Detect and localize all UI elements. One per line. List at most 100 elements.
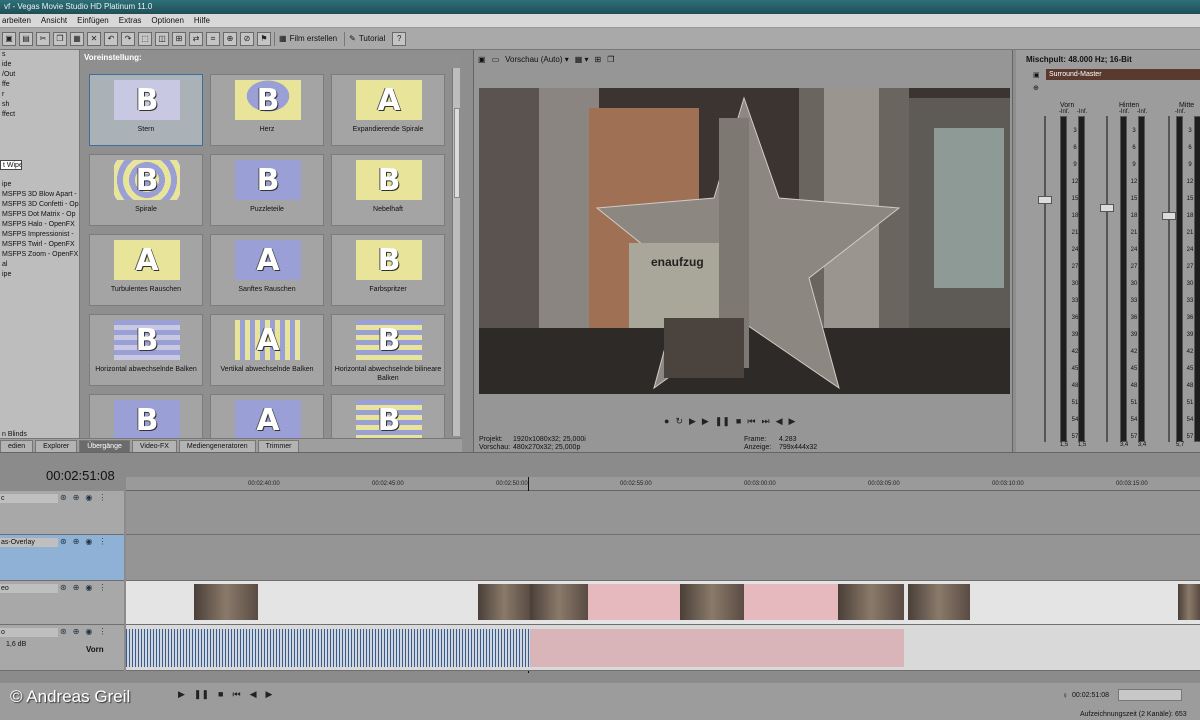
tree-item[interactable]: MSFPS 3D Confetti - Op	[0, 200, 79, 210]
link-icon[interactable]: ⊕	[1033, 84, 1039, 92]
tree-item[interactable]: r	[0, 90, 79, 100]
tree-item[interactable]	[0, 170, 79, 180]
go-to-end-icon[interactable]: ⏭	[761, 416, 769, 427]
tree-item[interactable]	[0, 330, 79, 340]
tree-item[interactable]	[0, 120, 79, 130]
cut-icon[interactable]: ✂	[36, 31, 50, 46]
envelope-tool-icon[interactable]: ◫	[155, 31, 169, 46]
video-clip-thumbnail[interactable]	[908, 584, 970, 620]
marker-icon[interactable]: ⚑	[257, 31, 271, 46]
tree-item[interactable]: ipe	[0, 270, 79, 280]
copy-icon[interactable]: ❐	[53, 31, 67, 46]
track-composite-icon[interactable]: ◉	[85, 583, 92, 592]
tree-item[interactable]	[0, 130, 79, 140]
menu-item-help[interactable]: Hilfe	[194, 14, 210, 27]
transition-region[interactable]	[744, 584, 838, 620]
tree-item[interactable]	[0, 400, 79, 410]
save-icon[interactable]: ▣	[2, 31, 16, 46]
fader-knob[interactable]	[1038, 196, 1052, 204]
tree-item[interactable]	[0, 280, 79, 290]
transition-region[interactable]	[588, 584, 680, 620]
tree-item[interactable]	[0, 340, 79, 350]
split-screen-icon[interactable]: ▦ ▾	[575, 55, 589, 64]
menu-item-view[interactable]: Ansicht	[41, 14, 67, 27]
prev-frame-icon[interactable]: ◀	[776, 416, 783, 427]
preset-tile[interactable]: A	[210, 394, 324, 438]
menu-item-options[interactable]: Optionen	[151, 14, 183, 27]
timeline-pause-icon[interactable]: ❚❚	[194, 689, 209, 700]
tree-item[interactable]	[0, 350, 79, 360]
tree-item[interactable]	[0, 320, 79, 330]
preset-tile[interactable]: B Nebelhaft	[331, 154, 445, 226]
preview-properties-icon[interactable]: ▣	[478, 55, 486, 64]
tree-item[interactable]	[0, 380, 79, 390]
surround-master-bus[interactable]: Surround-Master	[1046, 69, 1200, 80]
audio-crossfade[interactable]	[530, 629, 904, 667]
tab-video-fx[interactable]: Video-FX	[131, 440, 177, 452]
tree-item[interactable]: t Wipe	[0, 160, 22, 170]
preset-tile[interactable]: B Stern	[89, 74, 203, 146]
track-header[interactable]: c ⊛ ⊕ ◉ ⋮	[0, 491, 124, 535]
presets-scrollbar[interactable]	[452, 68, 460, 436]
delete-icon[interactable]: ✕	[87, 31, 101, 46]
pause-icon[interactable]: ❚❚	[715, 416, 730, 427]
preset-tile[interactable]: A Turbulentes Rauschen	[89, 234, 203, 306]
tree-item[interactable]	[0, 370, 79, 380]
tree-item[interactable]	[0, 150, 79, 160]
tree-item[interactable]: MSFPS Twirl - OpenFX	[0, 240, 79, 250]
menu-item-tools[interactable]: Extras	[119, 14, 142, 27]
presets-scroll-thumb[interactable]	[454, 108, 460, 198]
track-fx-icon[interactable]: ⊛	[60, 537, 67, 546]
video-clip-thumbnail[interactable]	[478, 584, 530, 620]
tree-item[interactable]: /Out	[0, 70, 79, 80]
fader-knob[interactable]	[1100, 204, 1114, 212]
audio-waveform[interactable]	[126, 629, 530, 667]
video-clip-thumbnail[interactable]	[838, 584, 904, 620]
tree-item[interactable]	[0, 140, 79, 150]
video-clip-thumbnail[interactable]	[680, 584, 744, 620]
preset-tile[interactable]: A Sanftes Rauschen	[210, 234, 324, 306]
tree-item[interactable]: ffect	[0, 110, 79, 120]
timeline-ruler[interactable]: 00:02:40:00 00:02:45:00 00:02:50:00 00:02:5…	[126, 477, 1200, 491]
preset-tile[interactable]: B Puzzleteile	[210, 154, 324, 226]
preset-tile[interactable]: B Herz	[210, 74, 324, 146]
menu-item-edit[interactable]: arbeiten	[2, 14, 31, 27]
preset-tile[interactable]: B Horizontal abwechselnde bilineare Balke…	[331, 314, 445, 386]
redo-icon[interactable]: ↷	[121, 31, 135, 46]
tutorial-button[interactable]: ✎ Tutorial	[344, 31, 389, 46]
track-fx-icon[interactable]: ⊛	[60, 627, 67, 636]
preset-tile[interactable]: B	[331, 394, 445, 438]
timeline-next-icon[interactable]: ▶	[265, 689, 272, 700]
track-lane[interactable]	[126, 491, 1200, 535]
video-clip-thumbnail[interactable]	[530, 584, 588, 620]
grid-icon[interactable]: ⊞	[595, 55, 602, 64]
tree-item[interactable]	[0, 360, 79, 370]
next-frame-icon[interactable]: ▶	[789, 416, 796, 427]
tree-item[interactable]: ffe	[0, 80, 79, 90]
tab-mediengeneratoren[interactable]: Mediengeneratoren	[178, 440, 256, 452]
track-motion-icon[interactable]: ⊕	[73, 537, 80, 546]
track-composite-icon[interactable]: ◉	[85, 627, 92, 636]
tree-item[interactable]: MSFPS Dot Matrix - Op	[0, 210, 79, 220]
tab-uebergaenge[interactable]: Übergänge	[79, 440, 130, 452]
undo-icon[interactable]: ↶	[104, 31, 118, 46]
split-icon[interactable]: ⊘	[240, 31, 254, 46]
preset-tile[interactable]: B Spirale	[89, 154, 203, 226]
tree-item[interactable]	[0, 410, 79, 420]
help-icon[interactable]: ?	[392, 31, 407, 46]
track-motion-icon[interactable]: ⊕	[73, 583, 80, 592]
tree-item[interactable]: sh	[0, 100, 79, 110]
tree-item[interactable]: MSFPS 3D Blow Apart -	[0, 190, 79, 200]
tree-item[interactable]: al	[0, 260, 79, 270]
timeline-start-icon[interactable]: ⏮	[232, 689, 240, 700]
track-more-icon[interactable]: ⋮	[98, 537, 106, 546]
external-monitor-icon[interactable]: ▭	[492, 55, 500, 64]
track-header[interactable]: o ⊛ ⊕ ◉ ⋮ 1,6 dB Vorn	[0, 625, 124, 671]
play-icon[interactable]: ▶	[702, 416, 709, 427]
preset-tile[interactable]: B	[89, 394, 203, 438]
tab-medien[interactable]: edien	[0, 440, 34, 452]
timeline-stop-icon[interactable]: ■	[218, 689, 223, 700]
paste-icon[interactable]: ▦	[70, 31, 84, 46]
properties-icon[interactable]: ▤	[19, 31, 33, 46]
tree-item[interactable]: n Blinds	[0, 430, 79, 438]
